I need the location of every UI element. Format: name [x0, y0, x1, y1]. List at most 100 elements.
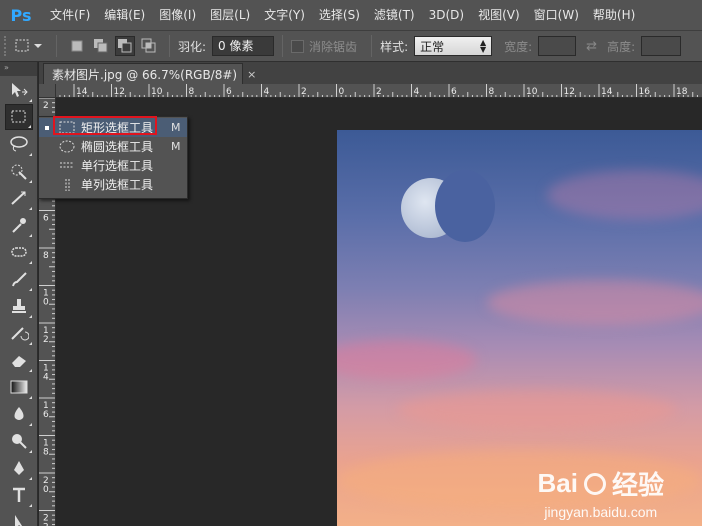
new-selection-button[interactable] [67, 36, 87, 56]
ruler-label: 4 [43, 373, 49, 383]
menu-3d[interactable]: 3D(D) [422, 0, 471, 30]
healing-brush-tool[interactable] [5, 239, 33, 265]
ruler-label: 8 [43, 251, 49, 261]
watermark-url: jingyan.baidu.com [544, 504, 658, 520]
feather-label: 羽化: [178, 39, 207, 54]
ruler-origin[interactable] [39, 84, 56, 98]
path-selection-tool[interactable] [5, 509, 33, 526]
watermark-brand-right: 经验 [611, 470, 664, 500]
menu-filter[interactable]: 滤镜(T) [367, 0, 422, 30]
menu-type[interactable]: 文字(Y) [257, 0, 312, 30]
antialias-checkbox[interactable] [291, 39, 305, 53]
ruler-label: 0 [43, 485, 49, 495]
crop-tool[interactable] [5, 185, 33, 211]
intersect-selection-button[interactable] [139, 36, 159, 56]
move-icon [12, 83, 28, 97]
menu-select[interactable]: 选择(S) [312, 0, 367, 30]
options-bar: 羽化: 0 像素 消除锯齿 样式: 正常 ▲ ▼ 宽度: ⇄ 高度: [0, 30, 702, 62]
document-tab[interactable]: 素材图片.jpg @ 66.7%(RGB/8#) × [43, 63, 256, 84]
clone-stamp-tool[interactable] [5, 293, 33, 319]
add-selection-icon [94, 39, 108, 53]
ruler-label: 0 [43, 298, 49, 308]
document-image[interactable]: Bai 经验 jingyan.baidu.com [337, 130, 702, 526]
gradient-tool[interactable] [5, 374, 33, 400]
moon-shadow [435, 170, 495, 242]
menu-view[interactable]: 视图(V) [471, 0, 527, 30]
divider [56, 35, 57, 57]
quick-selection-icon [11, 164, 27, 180]
ruler-label: 8 [189, 87, 195, 97]
flyout-item-shortcut: M [171, 121, 181, 134]
menu-image[interactable]: 图像(I) [152, 0, 203, 30]
drop-icon [14, 407, 24, 420]
blur-tool[interactable] [5, 401, 33, 427]
height-input[interactable] [641, 36, 682, 56]
cloud [487, 280, 702, 325]
divider [371, 35, 373, 57]
menu-file[interactable]: 文件(F) [43, 0, 97, 30]
eraser-tool[interactable] [5, 347, 33, 373]
history-brush-tool[interactable] [5, 320, 33, 346]
flyout-item-ellipse-marquee[interactable]: 椭圆选框工具 M [39, 137, 187, 156]
style-select[interactable]: 正常 ▲ ▼ [414, 36, 493, 56]
width-label: 宽度: [504, 39, 533, 54]
eyedropper-tool[interactable] [5, 212, 33, 238]
dodge-tool[interactable] [5, 428, 33, 454]
ruler-label: 16 [639, 87, 651, 97]
tool-preset-picker[interactable] [12, 36, 46, 56]
ruler-label: 6 [451, 87, 457, 97]
single-row-marquee-icon [60, 162, 74, 168]
flyout-item-single-row-marquee[interactable]: 单行选框工具 [39, 156, 187, 175]
subtract-from-selection-button[interactable] [115, 36, 135, 56]
type-tool[interactable] [5, 482, 33, 508]
ruler-label: 8 [489, 87, 495, 97]
flyout-item-shortcut: M [171, 140, 181, 153]
tool-panel-collapse[interactable]: » [0, 62, 37, 76]
ruler-label: 8 [43, 448, 49, 458]
menu-help[interactable]: 帮助(H) [586, 0, 642, 30]
marquee-tool[interactable] [5, 104, 33, 130]
add-to-selection-button[interactable] [91, 36, 111, 56]
ruler-label: 0 [339, 87, 345, 97]
style-label: 样式: [380, 39, 409, 54]
subtract-selection-icon [118, 39, 132, 53]
document-tab-title: 素材图片.jpg @ 66.7%(RGB/8#) [52, 67, 238, 82]
bandage-icon [11, 247, 27, 257]
close-icon[interactable]: × [247, 68, 256, 81]
flyout-item-single-column-marquee[interactable]: 单列选框工具 [39, 175, 187, 194]
crop-icon [11, 191, 26, 205]
move-tool[interactable] [5, 77, 33, 103]
options-grip[interactable] [4, 36, 10, 56]
document-tab-strip: 素材图片.jpg @ 66.7%(RGB/8#) × [39, 62, 702, 84]
new-selection-icon [71, 40, 83, 52]
menu-bar: Ps 文件(F) 编辑(E) 图像(I) 图层(L) 文字(Y) 选择(S) 滤… [0, 0, 702, 30]
watermark: Bai 经验 jingyan.baidu.com [538, 465, 664, 520]
feather-input[interactable]: 0 像素 [212, 36, 275, 56]
brush-tool[interactable] [5, 266, 33, 292]
menu-window[interactable]: 窗口(W) [527, 0, 586, 30]
eraser-icon [12, 356, 26, 367]
history-brush-icon [11, 327, 29, 341]
quick-selection-tool[interactable] [5, 158, 33, 184]
menu-layer[interactable]: 图层(L) [203, 0, 257, 30]
lasso-tool[interactable] [5, 131, 33, 157]
watermark-brand-left: Bai [537, 468, 578, 498]
photoshop-logo: Ps [10, 5, 32, 25]
ruler-label: 10 [526, 87, 538, 97]
ruler-label: 4 [264, 87, 270, 97]
pen-tool[interactable] [5, 455, 33, 481]
ruler-label: 14 [76, 87, 88, 97]
single-column-marquee-icon [65, 179, 70, 191]
cloud [337, 340, 477, 380]
ruler-label: 10 [151, 87, 163, 97]
width-input[interactable] [538, 36, 577, 56]
brush-icon [12, 272, 27, 287]
ruler-label: 2 [43, 101, 49, 111]
rect-marquee-icon [11, 110, 26, 123]
horizontal-ruler[interactable]: 14 12 10 8 6 4 2 0 2 4 6 8 10 12 14 16 18 [56, 84, 702, 98]
ellipse-marquee-icon [59, 140, 75, 153]
menu-edit[interactable]: 编辑(E) [97, 0, 152, 30]
annotation-highlight-box [53, 116, 157, 135]
swap-icon[interactable]: ⇄ [586, 39, 597, 54]
ruler-label: 2 [43, 335, 49, 345]
